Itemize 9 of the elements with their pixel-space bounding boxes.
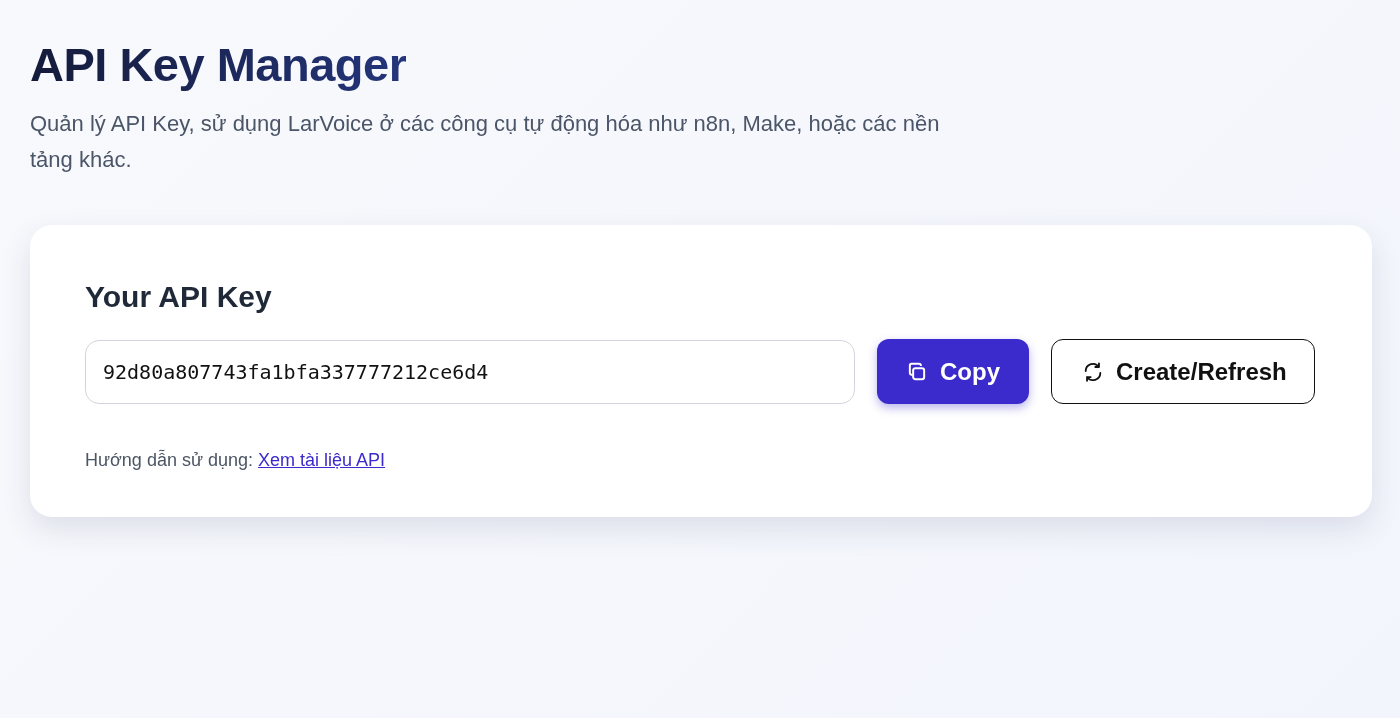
copy-icon — [906, 360, 928, 383]
help-text: Hướng dẫn sử dụng: Xem tài liệu API — [85, 450, 387, 471]
refresh-button[interactable]: Create/Refresh — [1051, 339, 1315, 404]
page-description: Quản lý API Key, sử dụng LarVoice ở các công cụ tự động hóa như n8n, Make, hoặc các nền tảng khác. — [30, 110, 940, 174]
api-key-field[interactable]: 92d80a807743fa1bfa337777212ce6d4 — [85, 339, 855, 404]
copy-button[interactable]: Copy — [877, 339, 1029, 404]
api-docs-link[interactable]: Xem tài liệu API — [258, 450, 386, 470]
refresh-icon — [1082, 360, 1104, 383]
card-heading: Your API Key — [85, 279, 273, 315]
